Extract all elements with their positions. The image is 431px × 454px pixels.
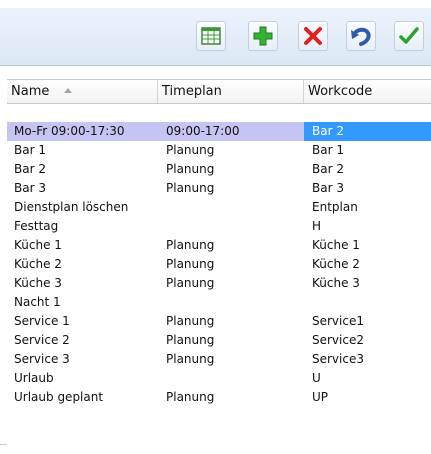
cell-workcode[interactable]: Bar 2 (312, 160, 344, 179)
table-row[interactable]: Service 1 Planung Service1 (7, 312, 431, 331)
add-button[interactable] (248, 21, 278, 51)
toolbar (0, 0, 431, 66)
table-row[interactable]: Service 3 Planung Service3 (7, 350, 431, 369)
cell-workcode[interactable]: Bar 3 (312, 179, 344, 198)
cell-workcode[interactable]: Service1 (312, 312, 364, 331)
cell-name[interactable]: Dienstplan löschen (14, 198, 128, 217)
cell-workcode[interactable]: Entplan (312, 198, 358, 217)
cell-timeplan[interactable]: Planung (166, 350, 214, 369)
cell-timeplan[interactable]: Planung (166, 141, 214, 160)
confirm-button[interactable] (394, 21, 424, 51)
cell-name[interactable]: Festtag (14, 217, 58, 236)
cell-timeplan[interactable]: Planung (166, 255, 214, 274)
table-row[interactable]: Service 2 Planung Service2 (7, 331, 431, 350)
table-row[interactable]: Urlaub U (7, 369, 431, 388)
cell-name[interactable]: Service 2 (14, 331, 70, 350)
cell-name[interactable]: Nacht 1 (14, 293, 61, 312)
cell-timeplan[interactable]: Planung (166, 388, 214, 407)
cell-name[interactable]: Bar 1 (14, 141, 46, 160)
table-row[interactable]: Festtag H (7, 217, 431, 236)
cell-timeplan[interactable]: Planung (166, 236, 214, 255)
cell-timeplan[interactable]: Planung (166, 312, 214, 331)
table-row[interactable]: Mo-Fr 09:00-17:30 09:00-17:00 Bar 2 (7, 122, 431, 141)
delete-button[interactable] (298, 21, 328, 51)
grid-body: Mo-Fr 09:00-17:30 09:00-17:00 Bar 2 Bar 1 Pl… (7, 122, 431, 407)
undo-icon (351, 27, 371, 46)
table-view-button[interactable] (196, 21, 226, 51)
cell-name[interactable]: Küche 2 (14, 255, 62, 274)
cell-name[interactable]: Urlaub (14, 369, 54, 388)
check-icon (399, 27, 419, 44)
cell-workcode[interactable]: H (312, 217, 321, 236)
cell-timeplan[interactable]: 09:00-17:00 (166, 122, 240, 141)
cell-workcode[interactable]: Küche 1 (312, 236, 360, 255)
cell-workcode[interactable]: Bar 2 (312, 122, 344, 141)
table-icon (201, 27, 221, 45)
cell-name[interactable]: Urlaub geplant (14, 388, 103, 407)
column-header-timeplan[interactable]: Timeplan (158, 80, 304, 103)
plus-icon (253, 26, 273, 46)
column-header-timeplan-label: Timeplan (162, 84, 222, 99)
cell-workcode[interactable]: Bar 1 (312, 141, 344, 160)
column-header-name[interactable]: Name (7, 80, 158, 103)
cell-workcode[interactable]: Service3 (312, 350, 364, 369)
table-row[interactable]: Küche 3 Planung Küche 3 (7, 274, 431, 293)
cell-workcode[interactable]: Küche 2 (312, 255, 360, 274)
grid-bottom-border (0, 444, 7, 445)
table-row[interactable]: Bar 1 Planung Bar 1 (7, 141, 431, 160)
cell-timeplan[interactable]: Planung (166, 274, 214, 293)
column-header-workcode-label: Workcode (308, 84, 373, 99)
cell-name[interactable]: Küche 1 (14, 236, 62, 255)
cell-workcode[interactable]: Service2 (312, 331, 364, 350)
cell-workcode[interactable]: U (312, 369, 321, 388)
sort-ascending-icon (63, 88, 72, 93)
cell-workcode[interactable]: UP (312, 388, 328, 407)
table-row[interactable]: Bar 3 Planung Bar 3 (7, 179, 431, 198)
cell-name[interactable]: Bar 2 (14, 160, 46, 179)
cell-timeplan[interactable]: Planung (166, 331, 214, 350)
table-row[interactable]: Urlaub geplant Planung UP (7, 388, 431, 407)
cell-workcode[interactable]: Küche 3 (312, 274, 360, 293)
cell-timeplan[interactable]: Planung (166, 179, 214, 198)
cell-name[interactable]: Küche 3 (14, 274, 62, 293)
cell-name[interactable]: Bar 3 (14, 179, 46, 198)
column-header-workcode[interactable]: Workcode (304, 80, 431, 103)
cell-name[interactable]: Service 1 (14, 312, 70, 331)
undo-button[interactable] (346, 21, 376, 51)
table-row[interactable]: Küche 2 Planung Küche 2 (7, 255, 431, 274)
cell-name[interactable]: Mo-Fr 09:00-17:30 (14, 122, 125, 141)
cell-name[interactable]: Service 3 (14, 350, 70, 369)
table-row[interactable]: Nacht 1 (7, 293, 431, 312)
table-row[interactable]: Bar 2 Planung Bar 2 (7, 160, 431, 179)
cell-timeplan[interactable]: Planung (166, 160, 214, 179)
table-row[interactable]: Dienstplan löschen Entplan (7, 198, 431, 217)
grid-header: Name Timeplan Workcode (7, 79, 431, 104)
x-icon (304, 27, 322, 45)
table-row[interactable]: Küche 1 Planung Küche 1 (7, 236, 431, 255)
column-header-name-label: Name (11, 84, 50, 99)
